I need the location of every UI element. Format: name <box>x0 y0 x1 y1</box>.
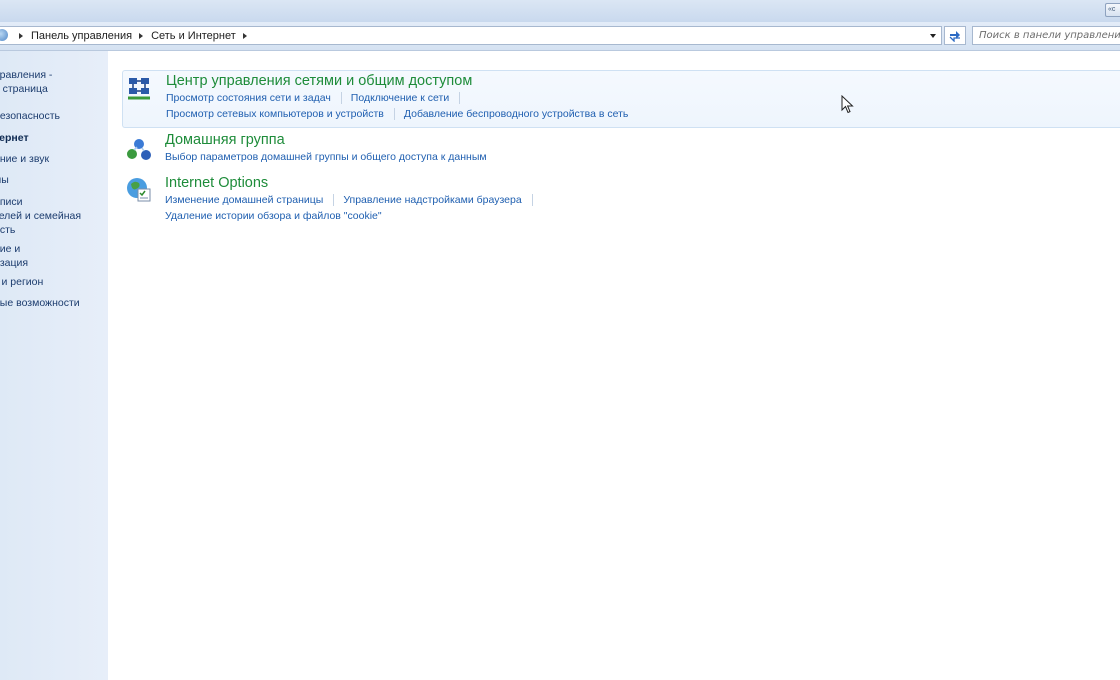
search-box[interactable] <box>972 26 1120 45</box>
refresh-button[interactable] <box>944 26 966 45</box>
category-internet-options: Internet Options Изменение домашней стра… <box>122 173 1120 227</box>
link-divider <box>393 108 395 121</box>
breadcrumb-network-internet[interactable]: Сеть и Интернет <box>151 30 236 42</box>
category-links-row: Просмотр состояния сети и задач Подключен… <box>166 92 469 105</box>
navigation-bar: Панель управления Сеть и Интернет <box>0 22 1120 51</box>
sidebar-item-hardware-sound[interactable]: ание и звук <box>0 152 106 166</box>
sidebar-item-network[interactable]: тернет <box>0 131 106 145</box>
sidebar: правления - я страница безопасность терн… <box>0 51 108 680</box>
link-divider <box>333 194 335 207</box>
task-link[interactable]: Просмотр состояния сети и задач <box>166 92 331 104</box>
link-divider <box>340 92 342 105</box>
category-network-center: Центр управления сетями и общим доступом… <box>122 70 1120 128</box>
task-link[interactable]: Подключение к сети <box>351 92 449 104</box>
task-link[interactable]: Удаление истории обзора и файлов "cookie… <box>165 210 382 222</box>
task-link[interactable]: Просмотр сетевых компьютеров и устройств <box>166 108 384 120</box>
category-links-row: Просмотр сетевых компьютеров и устройств… <box>166 108 628 121</box>
breadcrumb: Панель управления Сеть и Интернет <box>12 30 255 42</box>
homegroup-icon[interactable] <box>125 137 153 165</box>
link-divider <box>459 92 461 105</box>
category-title[interactable]: Internet Options <box>165 175 268 191</box>
breadcrumb-arrow-icon[interactable] <box>242 32 247 39</box>
window-control-button[interactable]: «c <box>1105 3 1120 17</box>
category-title[interactable]: Центр управления сетями и общим доступом <box>166 73 472 89</box>
address-dropdown-button[interactable] <box>924 27 941 44</box>
sidebar-item-home[interactable]: правления - я страница <box>0 68 106 96</box>
main-content: Центр управления сетями и общим доступом… <box>108 51 1120 680</box>
sidebar-item-accessibility[interactable]: ные возможности <box>0 296 106 310</box>
link-divider <box>531 194 533 207</box>
sidebar-item-programs[interactable]: мы <box>0 173 106 187</box>
task-link[interactable]: Управление надстройками браузера <box>343 194 521 206</box>
task-link[interactable]: Добавление беспроводного устройства в се… <box>404 108 628 120</box>
internet-options-icon[interactable] <box>125 176 153 204</box>
breadcrumb-control-panel[interactable]: Панель управления <box>31 30 132 42</box>
search-input[interactable] <box>979 28 1120 43</box>
sidebar-item-security[interactable]: безопасность <box>0 109 106 123</box>
control-panel-icon <box>0 29 8 41</box>
task-link[interactable]: Изменение домашней страницы <box>165 194 323 206</box>
chevron-down-icon <box>929 33 936 38</box>
sidebar-item-appearance[interactable]: ние и изация <box>0 242 106 270</box>
network-center-icon[interactable] <box>126 75 154 103</box>
breadcrumb-arrow-icon[interactable] <box>139 32 144 39</box>
address-bar[interactable]: Панель управления Сеть и Интернет <box>0 26 942 45</box>
sidebar-item-user-accounts[interactable]: аписи телей и семейная ость <box>0 195 106 237</box>
category-links-row: Выбор параметров домашней группы и общег… <box>165 151 487 163</box>
category-links-row: Изменение домашней страницы Управление на… <box>165 194 542 207</box>
category-homegroup: Домашняя группа Выбор параметров домашне… <box>122 130 1120 170</box>
category-links-row: Удаление истории обзора и файлов "cookie… <box>165 210 382 222</box>
mouse-cursor-icon <box>841 95 854 114</box>
category-title[interactable]: Домашняя группа <box>165 132 285 148</box>
breadcrumb-arrow-icon[interactable] <box>19 32 23 39</box>
refresh-icon <box>949 31 960 43</box>
window-title-bar: «c <box>0 0 1120 22</box>
task-link[interactable]: Выбор параметров домашней группы и общег… <box>165 151 487 163</box>
sidebar-item-clock-region[interactable]: к и регион <box>0 275 106 289</box>
